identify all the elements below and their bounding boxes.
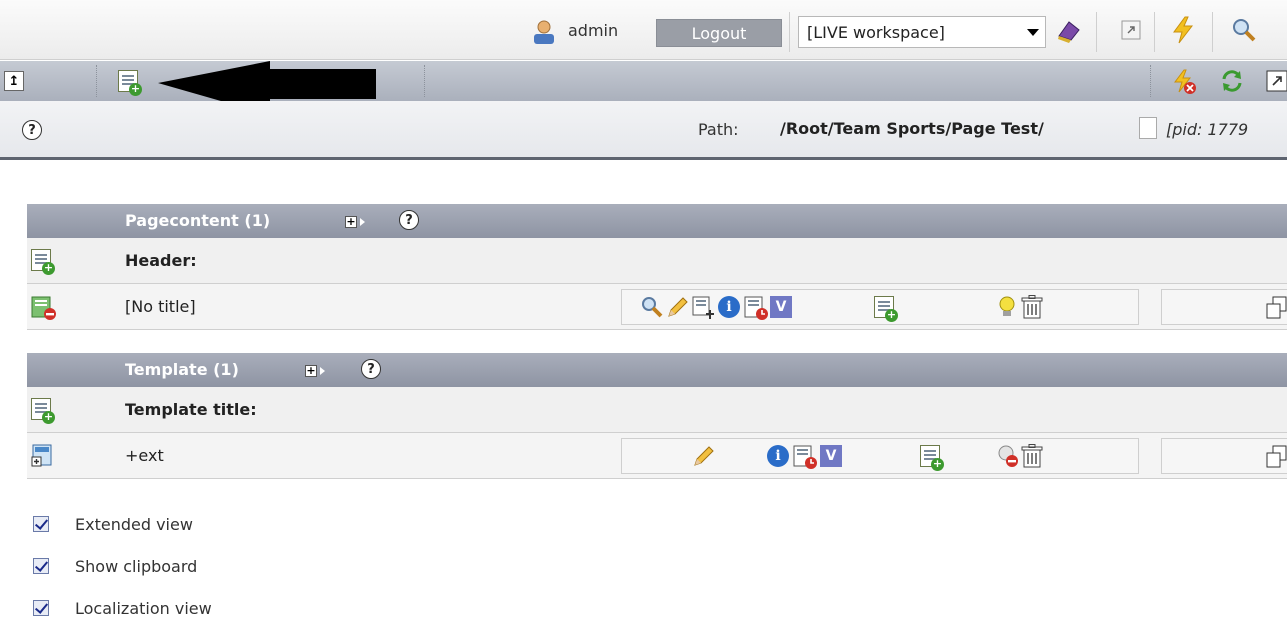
clear-cache-icon[interactable]: [1168, 15, 1198, 45]
version-icon[interactable]: V: [820, 445, 842, 467]
localization-view-label[interactable]: Localization view: [75, 599, 212, 618]
workspace-preview-icon[interactable]: [1054, 15, 1084, 45]
new-record-icon[interactable]: +: [31, 398, 55, 424]
workspace-select[interactable]: [LIVE workspace]: [798, 16, 1046, 48]
path-bar: ? Path: /Root/Team Sports/Page Test/ [pi…: [0, 101, 1287, 160]
localization-view-checkbox[interactable]: [33, 600, 49, 616]
toolbar-divider: [1150, 65, 1151, 97]
path-label: Path:: [698, 120, 739, 139]
record-end-controls: [1161, 438, 1287, 474]
page-id: [pid: 1779: [1166, 120, 1249, 139]
workspace-select-value: [LIVE workspace]: [807, 22, 945, 42]
new-record-after-icon[interactable]: +: [874, 296, 898, 322]
open-in-new-window-icon[interactable]: [1266, 70, 1287, 96]
section-header: Template (1) + ?: [27, 353, 1287, 387]
toolbar-divider: [96, 65, 97, 97]
edit-pencil-icon[interactable]: [666, 295, 690, 323]
extended-view-checkbox[interactable]: [33, 516, 49, 532]
column-header-label: Template title:: [125, 400, 257, 419]
section-title: Template (1): [125, 360, 239, 379]
record-title[interactable]: [No title]: [125, 297, 196, 316]
new-record-icon[interactable]: +: [31, 249, 55, 275]
show-clipboard-checkbox[interactable]: [33, 558, 49, 574]
history-icon[interactable]: [744, 296, 770, 326]
search-icon[interactable]: [1229, 15, 1259, 45]
expand-icon[interactable]: +: [305, 364, 329, 378]
user-icon: [534, 20, 554, 44]
refresh-icon[interactable]: [1220, 69, 1244, 97]
show-clipboard-option[interactable]: Show clipboard: [33, 555, 197, 577]
clear-page-cache-icon[interactable]: [1172, 69, 1198, 99]
table-row: [No title] i V +: [27, 284, 1287, 330]
toolbar-divider: [1212, 12, 1213, 52]
record-title[interactable]: +ext: [125, 446, 164, 465]
extended-view-label[interactable]: Extended view: [75, 515, 193, 534]
record-controls: i V +: [621, 289, 1139, 325]
section-header: Pagecontent (1) + ?: [27, 204, 1287, 238]
column-header-label: Header:: [125, 251, 197, 270]
info-icon[interactable]: i: [718, 296, 740, 318]
show-clipboard-label[interactable]: Show clipboard: [75, 557, 197, 576]
help-icon[interactable]: ?: [361, 359, 381, 379]
top-bar: admin Logout [LIVE workspace]: [0, 0, 1287, 60]
copy-record-icon[interactable]: [1266, 296, 1287, 324]
record-controls: i V +: [621, 438, 1139, 474]
pagecontent-section: Pagecontent (1) + ? + Header: [No title]: [27, 204, 1287, 334]
path-value: /Root/Team Sports/Page Test/: [780, 119, 1044, 138]
toolbar-divider: [789, 12, 790, 52]
column-header-row: + Header:: [27, 238, 1287, 284]
help-icon[interactable]: ?: [22, 120, 42, 140]
open-new-window-icon[interactable]: [1116, 15, 1146, 45]
toolbar-divider: [424, 65, 425, 97]
new-content-icon[interactable]: +: [118, 70, 142, 96]
template-record-icon[interactable]: [31, 444, 55, 472]
version-icon[interactable]: V: [770, 296, 792, 318]
move-record-icon[interactable]: [692, 296, 716, 324]
content-element-icon[interactable]: [31, 295, 57, 325]
page-icon[interactable]: [1139, 117, 1157, 139]
trash-icon[interactable]: [1020, 444, 1044, 472]
template-section: Template (1) + ? + Template title: +ext …: [27, 353, 1287, 483]
extended-view-option[interactable]: Extended view: [33, 513, 193, 535]
toolbar-divider: [1154, 12, 1155, 52]
section-title: Pagecontent (1): [125, 211, 271, 230]
history-icon[interactable]: [793, 445, 819, 475]
help-icon[interactable]: ?: [399, 210, 419, 230]
trash-icon[interactable]: [1020, 295, 1044, 323]
edit-pencil-icon[interactable]: [692, 444, 716, 472]
hide-lightbulb-icon[interactable]: [996, 295, 1018, 323]
username[interactable]: admin: [568, 21, 618, 40]
copy-record-icon[interactable]: [1266, 445, 1287, 473]
localization-view-option[interactable]: Localization view: [33, 597, 212, 619]
new-record-after-icon[interactable]: +: [920, 445, 944, 471]
go-up-button[interactable]: ↥: [4, 71, 24, 91]
search-icon[interactable]: [640, 295, 664, 323]
logout-button[interactable]: Logout: [656, 19, 782, 47]
toolbar-divider: [1096, 12, 1097, 52]
info-icon[interactable]: i: [767, 445, 789, 467]
unhide-icon[interactable]: [996, 444, 1020, 472]
record-end-controls: [1161, 289, 1287, 325]
column-header-row: + Template title:: [27, 387, 1287, 433]
table-row: +ext i V +: [27, 433, 1287, 479]
chevron-down-icon: [1027, 29, 1039, 36]
expand-icon[interactable]: +: [345, 215, 369, 229]
